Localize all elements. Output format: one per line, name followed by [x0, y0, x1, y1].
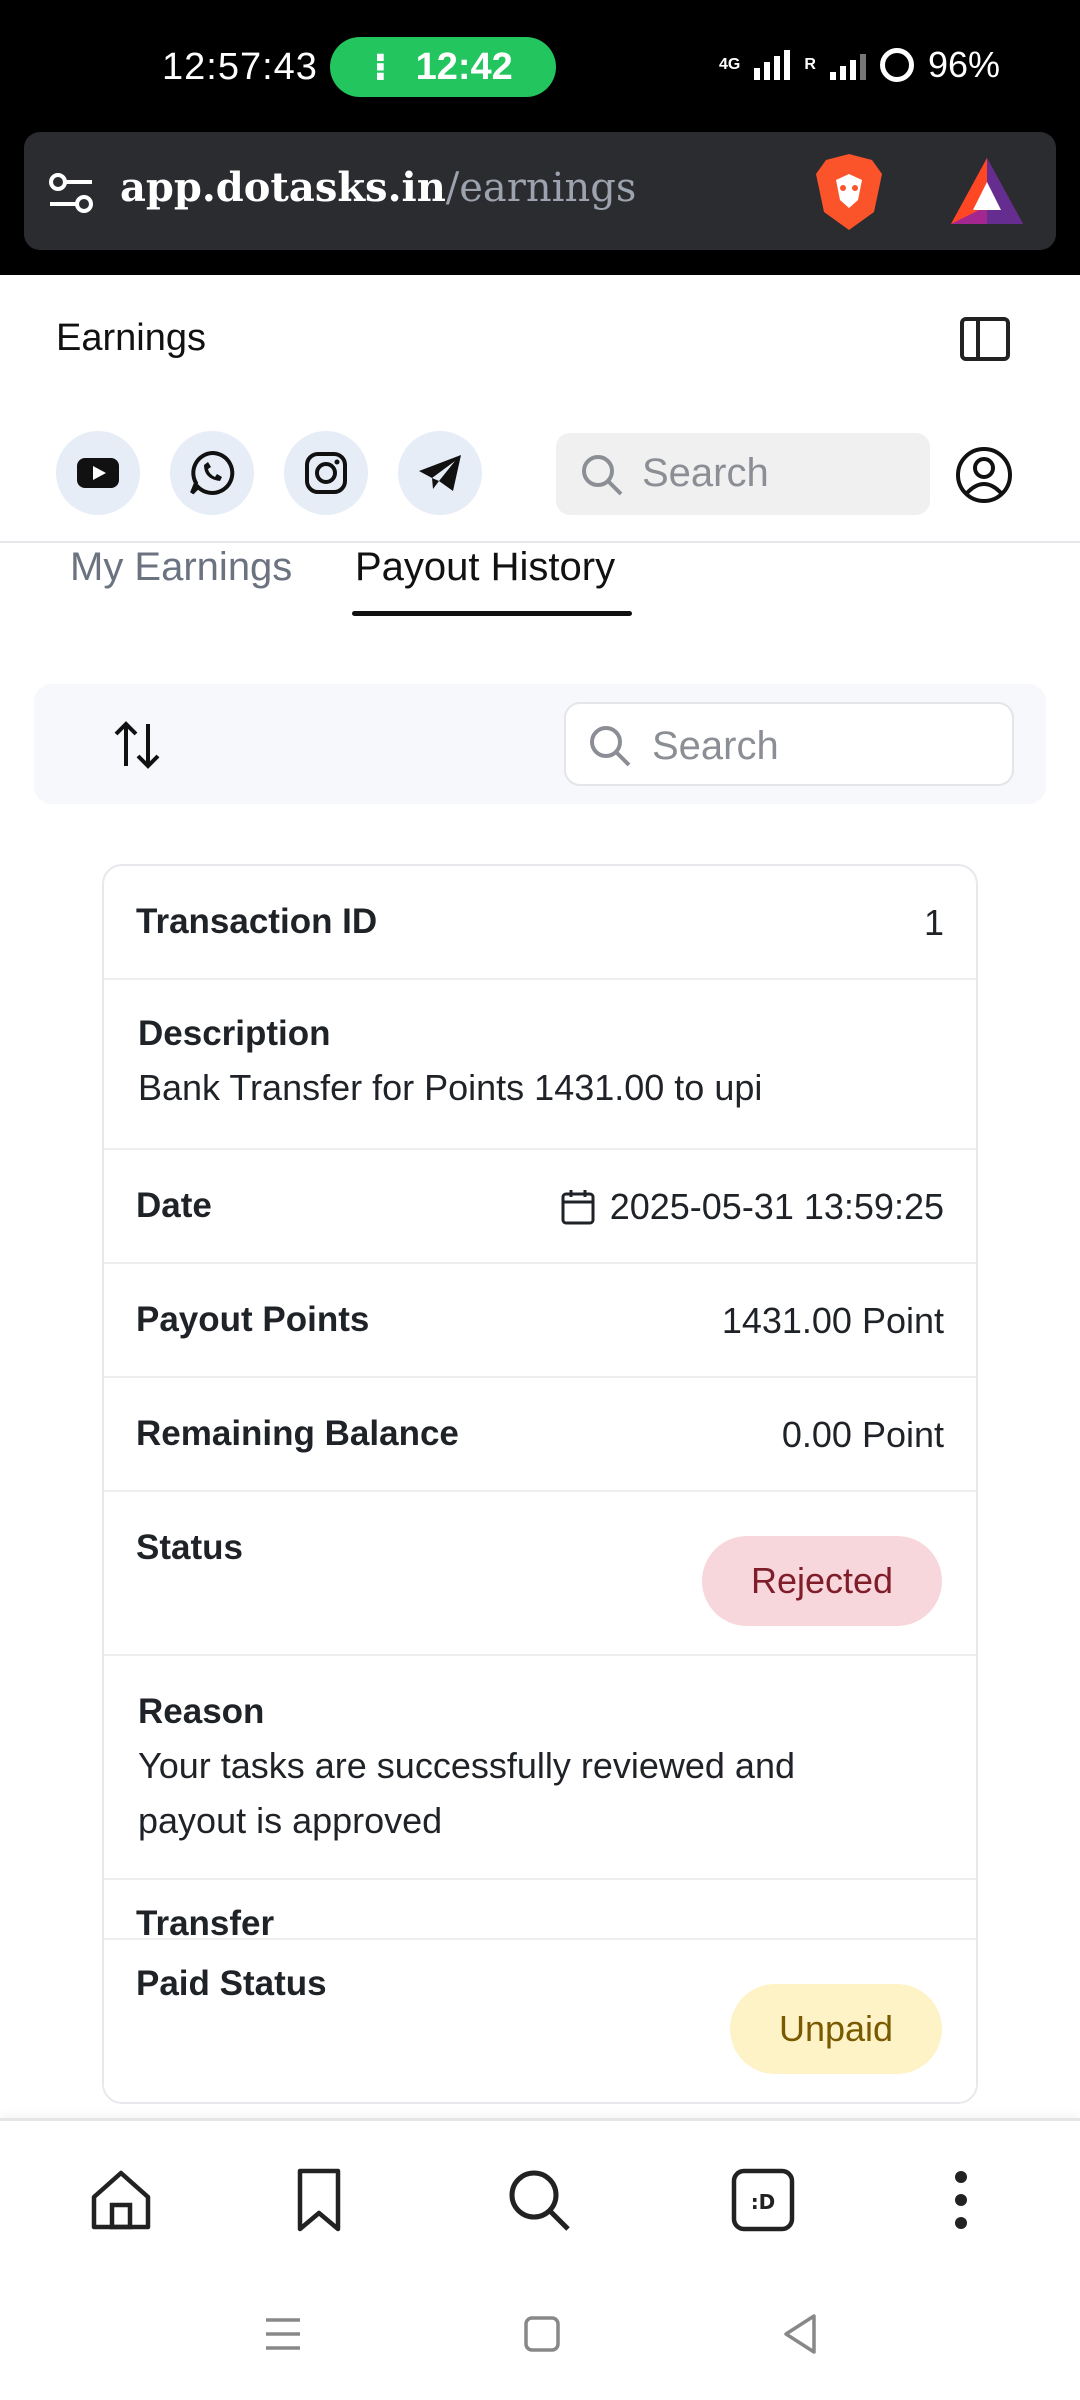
status-row: Status Rejected	[104, 1492, 976, 1656]
more-menu-icon[interactable]	[928, 2167, 994, 2233]
paid-status-badge: Unpaid	[730, 1984, 942, 2074]
transaction-id-row: Transaction ID 1	[104, 866, 976, 980]
signal-icon-2	[829, 50, 866, 80]
payout-points-value: 1431.00 Point	[721, 1300, 944, 1341]
calendar-icon	[561, 1190, 595, 1225]
paid-status-row: Paid Status Unpaid	[104, 1938, 976, 2102]
tab-payout-history[interactable]: Payout History	[355, 545, 615, 590]
url-path: /earnings	[445, 165, 637, 211]
transaction-id-value: 1	[923, 902, 944, 943]
search-placeholder: Search	[642, 451, 769, 495]
recent-apps-icon[interactable]	[262, 2314, 304, 2354]
search-icon	[590, 726, 631, 767]
browser-toolbar: app.dotasks.in/earnings	[0, 130, 1080, 275]
tab-my-earnings[interactable]: My Earnings	[70, 545, 292, 590]
sort-icon[interactable]	[110, 718, 164, 772]
instagram-icon	[305, 452, 347, 494]
transfer-row: Transfer	[104, 1880, 976, 1943]
search-placeholder: Search	[652, 724, 779, 768]
tabs-icon[interactable]: :D	[730, 2167, 796, 2233]
whatsapp-icon	[190, 450, 235, 495]
url-domain: app.dotasks.in	[120, 164, 446, 211]
paid-status-label: Paid Status	[136, 1964, 327, 2003]
description-value: Bank Transfer for Points 1431.00 to upi	[138, 1067, 763, 1108]
transaction-id-label: Transaction ID	[136, 902, 378, 941]
earnings-tabs: My Earnings Payout History	[0, 543, 1080, 623]
home-button-icon[interactable]	[522, 2314, 562, 2354]
search-icon	[582, 455, 623, 496]
site-settings-icon[interactable]	[46, 168, 96, 218]
date-label: Date	[136, 1186, 212, 1225]
status-bar: 12:57:43 ⁝ 12:42 4G R 96%	[0, 0, 1080, 130]
battery-level: 96%	[927, 44, 1000, 85]
payout-search-input[interactable]: Search	[564, 702, 1014, 786]
reason-row: Reason Your tasks are successfully revie…	[104, 1656, 976, 1880]
status-time: 12:57:43	[162, 46, 318, 88]
social-links-bar: Search	[0, 405, 1080, 543]
bookmark-icon[interactable]	[286, 2167, 352, 2233]
reason-line-2: payout is approved	[138, 1800, 443, 1841]
instagram-button[interactable]	[284, 431, 368, 515]
remaining-balance-label: Remaining Balance	[136, 1414, 459, 1453]
url-text[interactable]: app.dotasks.in/earnings	[120, 164, 636, 211]
youtube-icon	[77, 458, 119, 488]
header-search-input[interactable]: Search	[556, 433, 930, 515]
network-type: 4G	[719, 56, 741, 73]
payout-points-label: Payout Points	[136, 1300, 370, 1339]
description-label: Description	[138, 1014, 331, 1053]
payout-points-row: Payout Points 1431.00 Point	[104, 1264, 976, 1378]
whatsapp-button[interactable]	[170, 431, 254, 515]
status-indicators: 4G R 96%	[719, 44, 1000, 86]
user-avatar-icon[interactable]	[954, 445, 1014, 505]
brave-rewards-icon[interactable]	[949, 156, 1025, 226]
roaming-label: R	[804, 56, 816, 73]
battery-icon	[879, 48, 914, 82]
description-row: Description Bank Transfer for Points 143…	[104, 980, 976, 1150]
call-icon: ⁝	[373, 46, 388, 89]
filter-bar: Search	[34, 684, 1046, 804]
address-bar[interactable]: app.dotasks.in/earnings	[24, 132, 1056, 250]
search-icon[interactable]	[506, 2167, 572, 2233]
telegram-icon	[419, 455, 461, 491]
signal-icon	[754, 50, 791, 80]
status-label: Status	[136, 1528, 243, 1567]
call-timer-pill[interactable]: ⁝ 12:42	[330, 37, 556, 97]
remaining-balance-row: Remaining Balance 0.00 Point	[104, 1378, 976, 1492]
svg-text::D: :D	[751, 2190, 776, 2214]
reason-label: Reason	[138, 1692, 265, 1731]
app-header: Earnings	[0, 275, 1080, 405]
active-tab-indicator	[352, 611, 632, 616]
youtube-button[interactable]	[56, 431, 140, 515]
date-value-wrap: 2025-05-31 13:59:25	[560, 1186, 944, 1228]
back-icon[interactable]	[780, 2312, 820, 2356]
call-timer: 12:42	[415, 45, 513, 88]
sidebar-toggle-icon[interactable]	[960, 317, 1010, 361]
payout-transaction-card: Transaction ID 1 Description Bank Transf…	[102, 864, 978, 2104]
system-nav-bar	[0, 2278, 1080, 2400]
reason-line-1: Your tasks are successfully reviewed and	[138, 1745, 795, 1786]
home-icon[interactable]	[88, 2167, 154, 2233]
status-badge: Rejected	[702, 1536, 942, 1626]
brave-shields-icon[interactable]	[814, 152, 884, 232]
date-value: 2025-05-31 13:59:25	[609, 1186, 944, 1227]
date-row: Date 2025-05-31 13:59:25	[104, 1150, 976, 1264]
page-title: Earnings	[56, 317, 206, 359]
remaining-balance-value: 0.00 Point	[781, 1414, 944, 1455]
browser-bottom-nav: :D	[0, 2118, 1080, 2278]
telegram-button[interactable]	[398, 431, 482, 515]
